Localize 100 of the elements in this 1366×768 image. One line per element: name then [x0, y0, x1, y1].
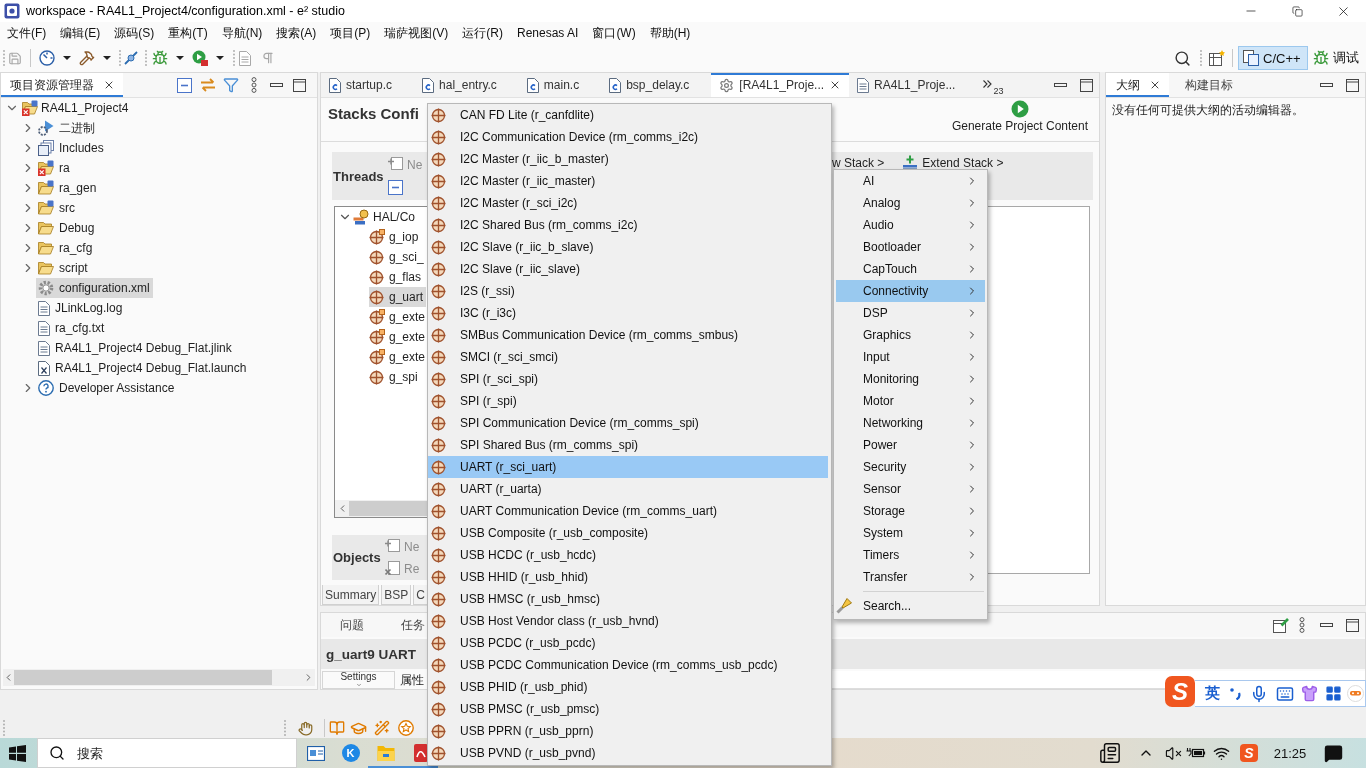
newspaper-icon[interactable]	[1099, 742, 1121, 764]
tree-item[interactable]: g_exte	[369, 307, 429, 327]
tree-item[interactable]: g_exte	[369, 347, 429, 367]
maximize-icon[interactable]	[1079, 78, 1093, 92]
tree-item[interactable]: g_flas	[369, 267, 425, 287]
tree-item[interactable]: ra_gen	[36, 178, 100, 198]
page-tab[interactable]: BSP	[381, 585, 412, 605]
tree-item[interactable]: ra	[36, 158, 73, 178]
sync-arrows-icon[interactable]	[199, 78, 216, 92]
tree-item[interactable]: RA4L1_Project4 Debug_Flat.jlink	[36, 338, 235, 358]
window-star-icon[interactable]	[1209, 50, 1225, 66]
menu-item[interactable]: 窗口(W)	[585, 22, 643, 44]
caret-down-icon[interactable]	[176, 56, 184, 60]
book-icon[interactable]	[329, 720, 345, 736]
collapse-icon[interactable]	[388, 180, 403, 195]
punctuation-icon[interactable]	[1229, 687, 1241, 700]
bug-icon[interactable]	[152, 50, 168, 66]
menu-item[interactable]: I2C Master (r_iic_b_master)	[428, 148, 828, 170]
four-panes-icon[interactable]	[8, 744, 26, 762]
menu-item[interactable]: Renesas AI	[510, 22, 586, 44]
menu-item[interactable]: Motor	[836, 390, 985, 412]
menu-item[interactable]: UART (r_uarta)	[428, 478, 828, 500]
menu-item[interactable]: 搜索(A)	[269, 22, 324, 44]
tree-item[interactable]: Developer Assistance	[36, 378, 178, 398]
menu-item[interactable]: UART Communication Device (rm_comms_uart)	[428, 500, 828, 522]
tree-item[interactable]: src	[36, 198, 78, 218]
maximize-icon[interactable]	[1345, 618, 1359, 632]
minimize-icon[interactable]	[270, 83, 283, 87]
generate-button[interactable]: Generate Project Content	[951, 100, 1088, 141]
menu-item[interactable]: Connectivity	[836, 280, 985, 302]
caret-down-icon[interactable]	[216, 56, 224, 60]
menu-item[interactable]: 编辑(E)	[53, 22, 108, 44]
minimize-icon[interactable]	[1319, 623, 1333, 627]
menu-item[interactable]: SPI Shared Bus (rm_comms_spi)	[428, 434, 828, 456]
view-tab[interactable]: 大纲	[1106, 73, 1169, 97]
menu-item[interactable]: I2C Slave (r_iic_b_slave)	[428, 236, 828, 258]
editor-tab[interactable]: [RA4L1_Proje...	[711, 73, 850, 97]
menu-item[interactable]: Transfer	[836, 566, 985, 588]
speaker-muted-icon[interactable]	[1164, 744, 1182, 762]
tab-overflow-button[interactable]: 23	[983, 73, 1004, 97]
action-link[interactable]: w Stack >	[832, 154, 885, 172]
menu-item[interactable]: USB HMSC (r_usb_hmsc)	[428, 588, 828, 610]
menu-item[interactable]: USB PCDC Communication Device (rm_comms_usb_pcdc)	[428, 654, 828, 676]
clock[interactable]: 21:25	[1264, 738, 1316, 768]
more-icon[interactable]	[1299, 617, 1305, 633]
more-icon[interactable]	[250, 77, 257, 93]
menu-item[interactable]: 瑞萨视图(V)	[377, 22, 456, 44]
menu-item[interactable]: I2S (r_ssi)	[428, 280, 828, 302]
star-circle-icon[interactable]	[398, 720, 414, 736]
tree-item[interactable]: g_iop	[369, 227, 422, 247]
filter-icon[interactable]	[222, 77, 239, 93]
menu-item[interactable]: Audio	[836, 214, 985, 236]
editor-tab[interactable]: startup.c	[321, 73, 415, 97]
caret-down-icon[interactable]	[63, 56, 71, 60]
menu-item[interactable]: AI	[836, 170, 985, 192]
notification-icon[interactable]	[1323, 743, 1343, 763]
minimize-icon[interactable]	[1319, 83, 1333, 87]
minimize-icon[interactable]	[1053, 83, 1067, 87]
menu-item[interactable]: SPI (r_sci_spi)	[428, 368, 828, 390]
menu-item[interactable]: 导航(N)	[214, 22, 270, 44]
menu-item[interactable]: USB PHID (r_usb_phid)	[428, 676, 828, 698]
editor-tab[interactable]: RA4L1_Proje...	[849, 73, 978, 97]
dial-icon[interactable]	[39, 50, 55, 66]
tree-item[interactable]: ra_cfg.txt	[36, 318, 108, 338]
menu-item[interactable]: SPI (r_spi)	[428, 390, 828, 412]
tree-item[interactable]: Debug	[36, 218, 98, 238]
menu-item[interactable]: USB HCDC (r_usb_hcdc)	[428, 544, 828, 566]
menu-item[interactable]: 项目(P)	[323, 22, 378, 44]
view-tab[interactable]: 项目资源管理器	[1, 73, 123, 97]
window-pencil-icon[interactable]	[1272, 617, 1289, 633]
menu-item[interactable]: DSP	[836, 302, 985, 324]
menu-item[interactable]: USB PCDC (r_usb_pcdc)	[428, 632, 828, 654]
menu-item[interactable]: 运行(R)	[455, 22, 510, 44]
collapse-all-icon[interactable]	[177, 77, 192, 93]
menu-item[interactable]: SPI Communication Device (rm_comms_spi)	[428, 412, 828, 434]
perspective-button[interactable]: C/C++	[1238, 46, 1308, 70]
menu-item[interactable]: Input	[836, 346, 985, 368]
tree-item[interactable]: RA4L1_Project4 Debug_Flat.launch	[36, 358, 250, 378]
perspective-button[interactable]: 调试	[1308, 46, 1362, 70]
menu-item[interactable]: I2C Master (r_sci_i2c)	[428, 192, 828, 214]
maximize-icon[interactable]	[1345, 78, 1359, 92]
menu-item[interactable]: System	[836, 522, 985, 544]
menu-item[interactable]: USB PVND (r_usb_pvnd)	[428, 742, 828, 764]
close-icon[interactable]	[103, 79, 115, 91]
magic-wand-icon[interactable]	[374, 720, 390, 736]
tree-item[interactable]: configuration.xml	[36, 278, 153, 298]
tree-item[interactable]: 二进制	[36, 118, 98, 138]
menu-item[interactable]: Storage	[836, 500, 985, 522]
tree-item[interactable]: JLinkLog.log	[36, 298, 126, 318]
menu-item[interactable]: Graphics	[836, 324, 985, 346]
menu-item[interactable]: Monitoring	[836, 368, 985, 390]
view-tab[interactable]: 构建目标	[1169, 73, 1241, 97]
menu-item[interactable]: SMBus Communication Device (rm_comms_smbus)	[428, 324, 828, 346]
connection-icon[interactable]	[124, 51, 138, 65]
menu-item[interactable]: 重构(T)	[161, 22, 215, 44]
menu-item[interactable]: Networking	[836, 412, 985, 434]
tree-item[interactable]: HAL/Co	[353, 207, 419, 227]
editor-tab[interactable]: hal_entry.c	[414, 73, 519, 97]
menu-item[interactable]: 帮助(H)	[642, 22, 698, 44]
restore-icon[interactable]	[1291, 5, 1303, 17]
